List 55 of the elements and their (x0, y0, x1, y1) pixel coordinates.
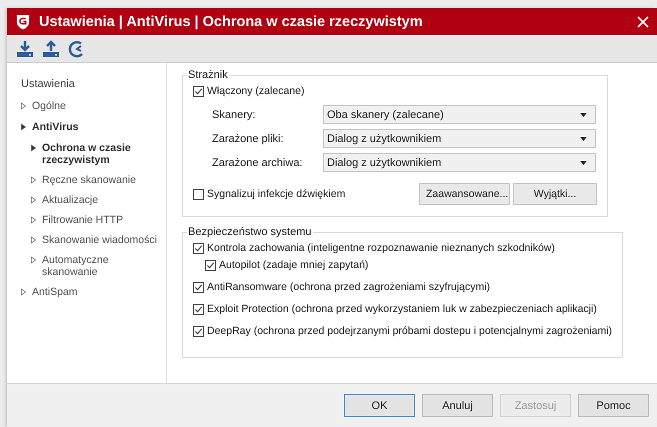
checkbox[interactable]: Włączony (zalecane) (193, 85, 597, 97)
checkbox[interactable]: Exploit Protection (ochrona przed wykorzystaniem luk w zabezpieczeniach aplikacji) (193, 303, 612, 315)
tree-item[interactable]: Skanowanie wiadomości (21, 234, 166, 246)
expander-icon[interactable] (31, 216, 36, 224)
group-title: Strażnik (187, 69, 229, 81)
expander-icon[interactable] (31, 196, 36, 204)
tree-item[interactable]: AntiSpam (21, 286, 166, 298)
dialog-button[interactable]: Pomoc (578, 394, 649, 417)
expander-icon[interactable] (31, 256, 36, 264)
caret-icon (580, 136, 587, 140)
tree-item[interactable]: Filtrowanie HTTP (21, 214, 166, 226)
dialog-button[interactable]: Anuluj (422, 394, 493, 417)
checkbox[interactable]: DeepRay (ochrona przed podejrzanymi próbami dostepu i potencjalnymi zagrożeniami) (193, 325, 612, 337)
checkbox[interactable]: Kontrola zachowania (inteligentne rozpoznawanie nieznanych szkodników) (193, 242, 612, 254)
dialog-button[interactable]: Zaawansowane... (419, 183, 510, 205)
field-label: Zarażone pliki: (212, 132, 285, 144)
dialog-button[interactable]: Wyjątki... (513, 183, 597, 205)
expander-icon[interactable] (31, 144, 36, 152)
checkbox[interactable]: AntiRansomware (ochrona przed zagrożeniami szyfrującymi) (193, 281, 612, 293)
tree-item[interactable]: Ręczne skanowanie (21, 174, 166, 186)
tree-item[interactable]: Ochrona w czasie rzeczywistym (21, 142, 166, 166)
checkbox-box[interactable] (193, 242, 204, 254)
upload-tray-icon[interactable] (42, 40, 60, 58)
field-label: Skanery: (212, 108, 256, 120)
sidebar-heading: Ustawienia (21, 78, 76, 90)
checkbox-box[interactable] (193, 326, 204, 336)
dialog-button[interactable]: OK (344, 394, 415, 417)
checkbox-box[interactable] (193, 282, 204, 292)
group-title: Bezpieczeństwo systemu (187, 226, 312, 238)
checkbox[interactable]: Sygnalizuj infekcje dźwiękiem (193, 188, 346, 200)
shield-logo-icon (16, 14, 30, 30)
expander-icon[interactable] (21, 102, 26, 110)
close-icon[interactable] (637, 16, 649, 28)
tree-item[interactable]: Ogólne (21, 100, 166, 112)
expander-icon[interactable] (21, 123, 26, 131)
tree-item[interactable]: Automatyczne skanowanie (21, 254, 166, 278)
tree-item[interactable]: AntiVirus (21, 121, 166, 133)
caret-icon (580, 112, 587, 116)
expander-icon[interactable] (21, 288, 26, 296)
window-title: Ustawienia | AntiVirus | Ochrona w czasie rzeczywistym (39, 14, 424, 30)
tree-item[interactable]: Aktualizacje (21, 194, 166, 206)
dropdown[interactable]: Oba skanery (zalecane) (323, 105, 596, 124)
checkbox[interactable]: Autopilot (zadaje mniej zapytań) (205, 259, 612, 271)
reset-arrow-icon[interactable] (68, 40, 86, 58)
caret-icon (580, 160, 587, 164)
expander-icon[interactable] (31, 176, 36, 184)
dropdown[interactable]: Dialog z użytkownikiem (323, 129, 596, 148)
dropdown[interactable]: Dialog z użytkownikiem (323, 153, 596, 172)
checkbox-box[interactable] (193, 188, 204, 200)
download-tray-icon[interactable] (16, 40, 34, 58)
checkbox-box[interactable] (193, 86, 204, 96)
checkbox-box[interactable] (193, 304, 204, 314)
checkbox-box[interactable] (205, 260, 216, 270)
field-label: Zarażone archiwa: (212, 156, 304, 168)
expander-icon[interactable] (31, 236, 36, 244)
